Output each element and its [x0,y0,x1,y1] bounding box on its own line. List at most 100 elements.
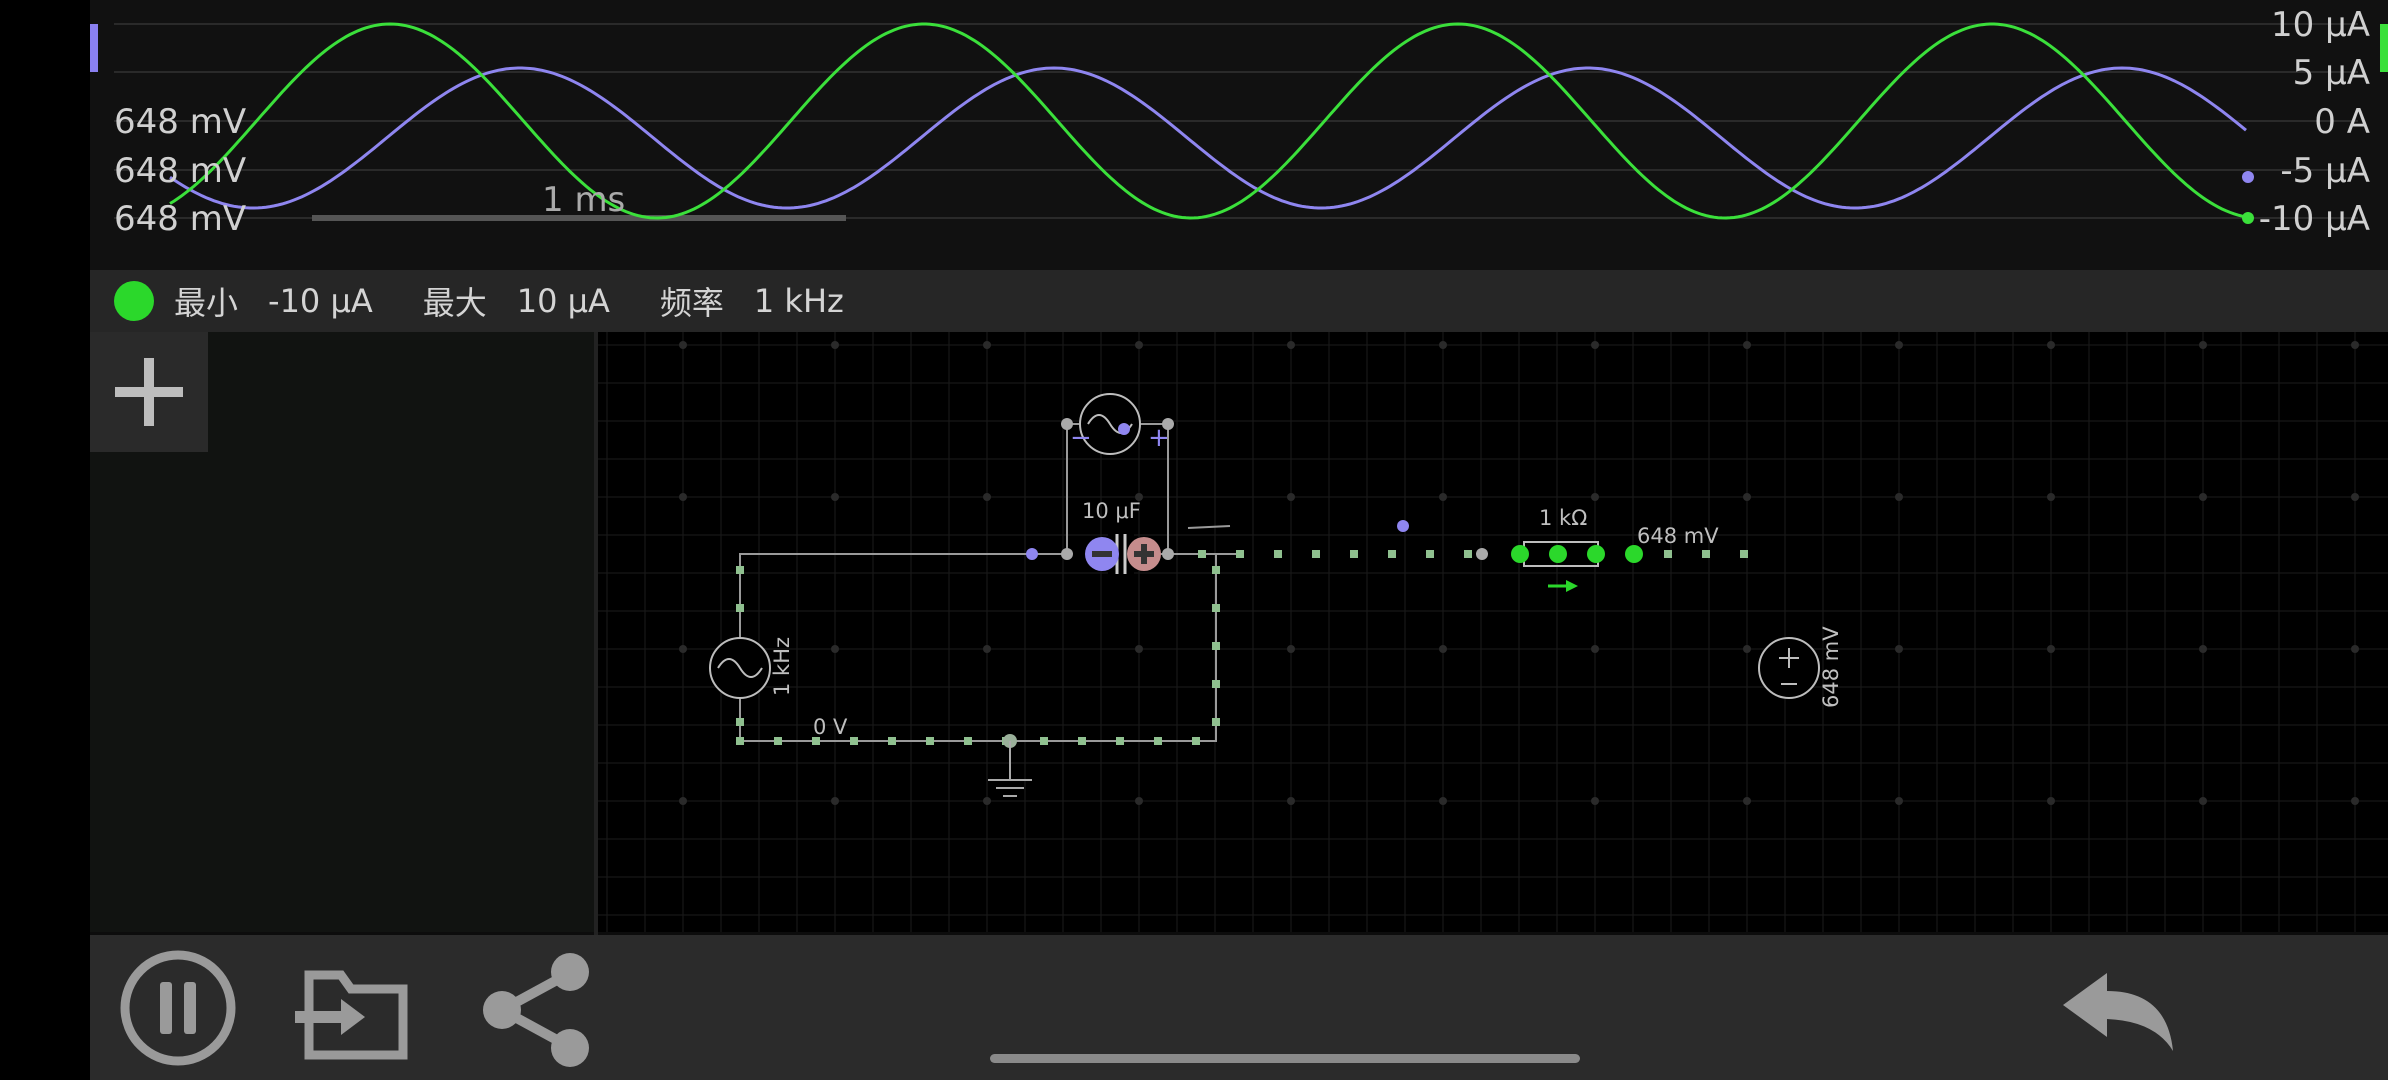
canvas-grid-dot [1743,493,1751,501]
flow-dot [1116,737,1124,745]
trace-color-indicator[interactable] [114,281,154,321]
canvas-grid-dot [1591,797,1599,805]
canvas-grid-dot [1439,645,1447,653]
canvas-grid-dot [1591,493,1599,501]
canvas-grid-dot [1743,341,1751,349]
max-value: 10 μA [516,282,610,320]
flow-dot [1212,642,1220,650]
max-label: 最大 [422,284,487,322]
scope-right-label: 5 μA [2292,53,2370,93]
scope-left-label: 648 mV [114,102,247,142]
flow-dot [736,737,744,745]
scope-right-label: 0 A [2314,102,2370,142]
ground-symbol[interactable]: 0 V [813,715,1032,797]
scope-right-label: 10 μA [2271,5,2370,45]
canvas-grid-dot [679,797,687,805]
flow-dot [736,718,744,726]
freq-label: 频率 [659,284,724,322]
flow-dot [1702,550,1710,558]
flow-dot [1426,550,1434,558]
canvas-grid-dot [1287,493,1295,501]
flow-dot [1078,737,1086,745]
circuit-canvas[interactable]: − + 10 μF 1 kΩ 648 mV 1 kHz 648 mV 0 V [598,332,2388,932]
canvas-grid-dot [1135,797,1143,805]
system-home-indicator[interactable] [990,1054,1580,1063]
dc-source-voltage: 648 mV [1819,626,1843,708]
flow-dot [1212,680,1220,688]
canvas-grid-dot [1439,797,1447,805]
flow-dot [1350,550,1358,558]
app-root: 648 mV 648 mV 648 mV 1 ms 10 μA 5 μA 0 A… [90,0,2388,1080]
ac-source-top[interactable]: − + [1061,393,1174,455]
flow-dot [1212,718,1220,726]
flow-dot [850,737,858,745]
dc-voltage-source[interactable]: 648 mV [1758,626,1843,708]
scope-right-label: -5 μA [2280,151,2370,191]
flow-dot [1212,566,1220,574]
flow-dot [774,737,782,745]
scope-left-label: 648 mV [114,151,247,191]
canvas-grid-dot [983,493,991,501]
canvas-grid-dot [831,645,839,653]
canvas-grid-dot [1287,645,1295,653]
ac-source-left[interactable]: 1 kHz [709,637,794,699]
undo-icon [2063,973,2173,1051]
canvas-grid-dot [1287,341,1295,349]
flow-dot [1236,550,1244,558]
flow-dot [1192,737,1200,745]
canvas-grid-dot [679,645,687,653]
canvas-grid-dot [983,341,991,349]
scope-right-marker [2380,24,2388,72]
scope-left-label: 648 mV [114,199,247,239]
canvas-grid-dot [2351,341,2359,349]
resistor[interactable]: 1 kΩ 648 mV [1476,506,1719,592]
probe[interactable] [1397,520,1409,532]
current-trace-end [2242,212,2254,224]
pause-button[interactable] [118,948,238,1068]
canvas-grid-dot [2047,797,2055,805]
canvas-grid-dot [2047,493,2055,501]
flow-dot [964,737,972,745]
canvas-grid-dot [2047,645,2055,653]
canvas-grid-dot [1591,341,1599,349]
canvas-grid-dot [679,493,687,501]
canvas-grid-dot [831,493,839,501]
canvas-grid-dot [1895,341,1903,349]
oscilloscope-panel[interactable]: 648 mV 648 mV 648 mV 1 ms 10 μA 5 μA 0 A… [90,0,2388,270]
canvas-grid-dot [831,341,839,349]
flow-dot [1740,550,1748,558]
flow-dot [1198,550,1206,558]
canvas-grid-dot [2351,797,2359,805]
flow-dot [1274,550,1282,558]
share-button[interactable] [478,950,598,1070]
top-plus-label: + [1148,423,1170,453]
import-button[interactable] [295,955,415,1065]
canvas-grid-dot [679,341,687,349]
canvas-grid-dot [2351,493,2359,501]
undo-button[interactable] [2055,965,2185,1055]
flow-dot [1464,550,1472,558]
canvas-grid-dot [2199,797,2207,805]
canvas-grid-dot [2199,645,2207,653]
canvas-grid-dot [983,645,991,653]
import-folder-icon [295,970,408,1060]
capacitor[interactable]: 10 μF [1026,499,1174,576]
flow-dot [1664,550,1672,558]
canvas-grid-dot [1743,645,1751,653]
canvas-grid-dot [1743,797,1751,805]
ground-voltage-label: 0 V [813,715,848,739]
probe-voltage-label: 648 mV [1637,524,1719,548]
scope-right-label: -10 μA [2258,199,2370,239]
top-minus-label: − [1070,423,1092,453]
flow-dot [736,604,744,612]
flow-dot [1312,550,1320,558]
canvas-grid-dot [2199,341,2207,349]
flow-dot [1154,737,1162,745]
measurement-info-bar[interactable]: 最小 -10 μA 最大 10 μA 频率 1 kHz [90,270,2388,332]
resistor-value: 1 kΩ [1539,506,1587,530]
canvas-grid-dot [2351,645,2359,653]
freq-value: 1 kHz [753,282,844,320]
voltage-trace-end [2242,171,2254,183]
canvas-grid-dot [1135,645,1143,653]
add-component-button[interactable] [90,332,208,452]
